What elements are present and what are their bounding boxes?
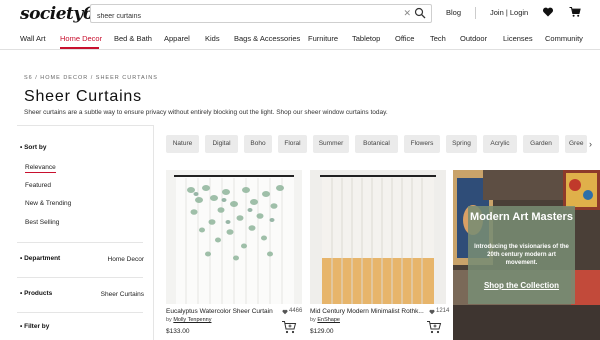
- nav-tech[interactable]: Tech: [430, 34, 446, 43]
- nav-office[interactable]: Office: [395, 34, 414, 43]
- product-price: $129.00: [310, 328, 334, 335]
- clear-search-icon[interactable]: ✕: [403, 8, 411, 19]
- product-title[interactable]: Mid Century Modern Minimalist Rothk...: [310, 308, 424, 315]
- chip-digital[interactable]: Digital: [205, 135, 238, 153]
- department-value: Home Decor: [107, 256, 144, 263]
- sidebar-top-divider: [17, 125, 153, 126]
- nav-bags-accessories[interactable]: Bags & Accessories: [234, 34, 300, 43]
- sidebar-vertical-divider: [153, 125, 154, 340]
- active-nav-underline: [60, 47, 99, 49]
- breadcrumb: S6 / HOME DECOR / SHEER CURTAINS: [24, 75, 158, 81]
- nav-licenses[interactable]: Licenses: [503, 34, 533, 43]
- sort-option-best-selling[interactable]: Best Selling: [25, 219, 59, 226]
- sort-option-featured[interactable]: Featured: [25, 182, 51, 189]
- department-heading[interactable]: • Department: [20, 255, 60, 262]
- like-count: 1214: [436, 308, 450, 314]
- promo-subtitle: Introducing the visionaries of the 20th …: [474, 244, 569, 266]
- product-image-eucalyptus-curtain[interactable]: [166, 170, 302, 304]
- product-artist: by EnShape: [310, 317, 340, 323]
- heart-icon[interactable]: [542, 6, 554, 18]
- product-price: $133.00: [166, 328, 190, 335]
- blog-link[interactable]: Blog: [446, 8, 461, 17]
- chip-floral[interactable]: Floral: [278, 135, 307, 153]
- nav-home-decor[interactable]: Home Decor: [60, 34, 102, 43]
- chip-summer[interactable]: Summer: [313, 135, 349, 153]
- search-bar[interactable]: ✕: [90, 4, 432, 25]
- nav-bed-bath[interactable]: Bed & Bath: [114, 34, 152, 43]
- sidebar-divider: [17, 312, 143, 313]
- chip-flowers[interactable]: Flowers: [404, 135, 440, 153]
- artist-link[interactable]: Molly Tenpenny: [173, 317, 211, 323]
- product-image-rothko-curtain[interactable]: [310, 170, 446, 304]
- like-count: 4466: [289, 308, 303, 314]
- sort-by-heading[interactable]: • Sort by: [20, 144, 47, 151]
- products-heading[interactable]: • Products: [20, 290, 52, 297]
- artist-link[interactable]: EnShape: [317, 317, 340, 323]
- header-divider: [475, 7, 476, 19]
- cart-icon[interactable]: [569, 6, 581, 18]
- society6-logo[interactable]: society6: [20, 4, 95, 24]
- chevron-right-icon[interactable]: ›: [589, 139, 592, 149]
- chip-garden[interactable]: Garden: [523, 135, 559, 153]
- chip-boho[interactable]: Boho: [244, 135, 272, 153]
- search-input[interactable]: [91, 8, 381, 25]
- filter-by-heading[interactable]: • Filter by: [20, 323, 49, 330]
- page-description: Sheer curtains are a subtle way to ensur…: [24, 109, 388, 116]
- chip-botanical[interactable]: Botanical: [355, 135, 398, 153]
- nav-wall-art[interactable]: Wall Art: [20, 34, 46, 43]
- promo-title: Modern Art Masters: [470, 211, 573, 223]
- sort-option-relevance[interactable]: Relevance: [25, 164, 56, 173]
- nav-outdoor[interactable]: Outdoor: [460, 34, 487, 43]
- chip-spring[interactable]: Spring: [446, 135, 477, 153]
- nav-kids[interactable]: Kids: [205, 34, 220, 43]
- chip-green[interactable]: Gree: [565, 135, 587, 153]
- search-icon[interactable]: [414, 7, 426, 19]
- products-value: Sheer Curtains: [100, 291, 144, 298]
- sort-option-new-trending[interactable]: New & Trending: [25, 200, 71, 207]
- chip-nature[interactable]: Nature: [166, 135, 199, 153]
- join-login-link[interactable]: Join | Login: [490, 8, 528, 17]
- sidebar-divider: [17, 277, 143, 278]
- shop-collection-link[interactable]: Shop the Collection: [468, 281, 575, 290]
- sidebar-divider: [17, 242, 143, 243]
- nav-community[interactable]: Community: [545, 34, 583, 43]
- add-to-cart-icon[interactable]: [281, 320, 297, 334]
- chip-acrylic[interactable]: Acrylic: [483, 135, 517, 153]
- nav-tabletop[interactable]: Tabletop: [352, 34, 380, 43]
- heart-icon[interactable]: [282, 309, 288, 315]
- nav-furniture[interactable]: Furniture: [308, 34, 338, 43]
- product-title[interactable]: Eucalyptus Watercolor Sheer Curtain: [166, 308, 273, 315]
- add-to-cart-icon[interactable]: [426, 320, 442, 334]
- product-artist: by Molly Tenpenny: [166, 317, 212, 323]
- nav-apparel[interactable]: Apparel: [164, 34, 190, 43]
- category-nav: Wall Art Home Decor Bed & Bath Apparel K…: [0, 28, 600, 50]
- page-title: Sheer Curtains: [24, 88, 142, 105]
- heart-icon[interactable]: [429, 309, 435, 315]
